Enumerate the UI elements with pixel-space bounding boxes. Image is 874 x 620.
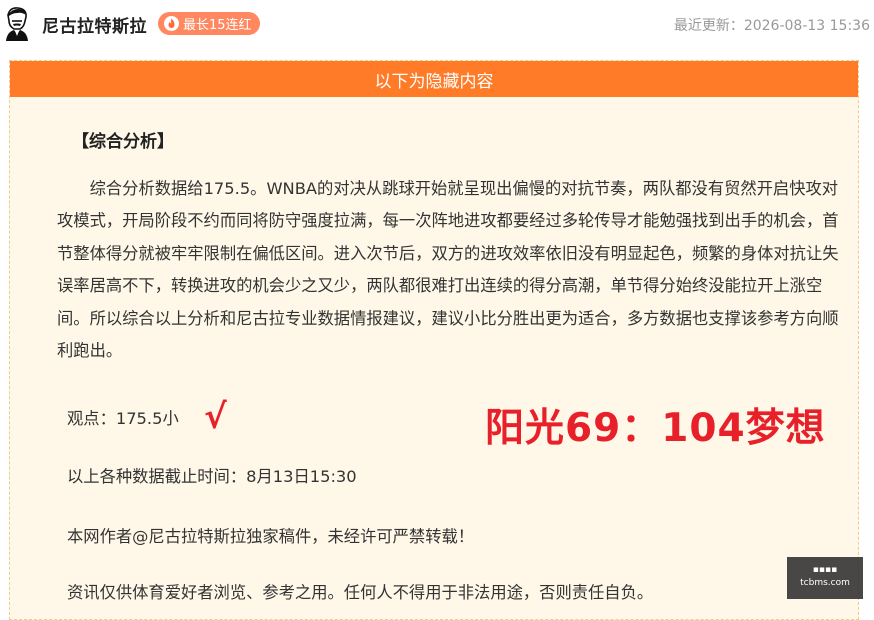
data-cutoff-time: 以上各种数据截止时间：8月13日15:30 [67, 467, 357, 486]
checkmark-icon: √ [204, 397, 227, 437]
author-avatar[interactable] [2, 5, 32, 41]
site-watermark: ▪▪▪▪ tcbms.com [787, 557, 863, 599]
author-name[interactable]: 尼古拉特斯拉 [42, 12, 147, 37]
final-score-stamp: 阳光69：104梦想 [485, 406, 826, 451]
watermark-domain: tcbms.com [800, 578, 850, 588]
streak-badge: 最长15连红 [158, 12, 260, 35]
section-title: 【综合分析】 [72, 132, 174, 152]
tesla-portrait-icon [6, 7, 28, 41]
watermark-line1: ▪▪▪▪ [812, 565, 838, 575]
flame-icon [164, 16, 179, 31]
streak-label: 最长15连红 [183, 18, 252, 33]
article-header: 尼古拉特斯拉 最长15连红 最近更新：2026-08-13 15:36 [0, 0, 874, 46]
disclaimer-text: 资讯仅供体育爱好者浏览、参考之用。任何人不得用于非法用途，否则责任自负。 [67, 583, 654, 602]
viewpoint-text: 观点：175.5小 [67, 409, 179, 428]
copyright-notice: 本网作者@尼古拉特斯拉独家稿件，未经许可严禁转载！ [67, 527, 475, 546]
analysis-paragraph: 综合分析数据给175.5。WNBA的对决从跳球开始就呈现出偏慢的对抗节奏，两队都… [57, 179, 839, 361]
hidden-content-banner: 以下为隐藏内容 [10, 61, 858, 97]
hidden-content-panel: 以下为隐藏内容 【综合分析】 综合分析数据给175.5。WNBA的对决从跳球开始… [9, 60, 859, 620]
last-updated-time: 最近更新：2026-08-13 15:36 [673, 18, 870, 34]
